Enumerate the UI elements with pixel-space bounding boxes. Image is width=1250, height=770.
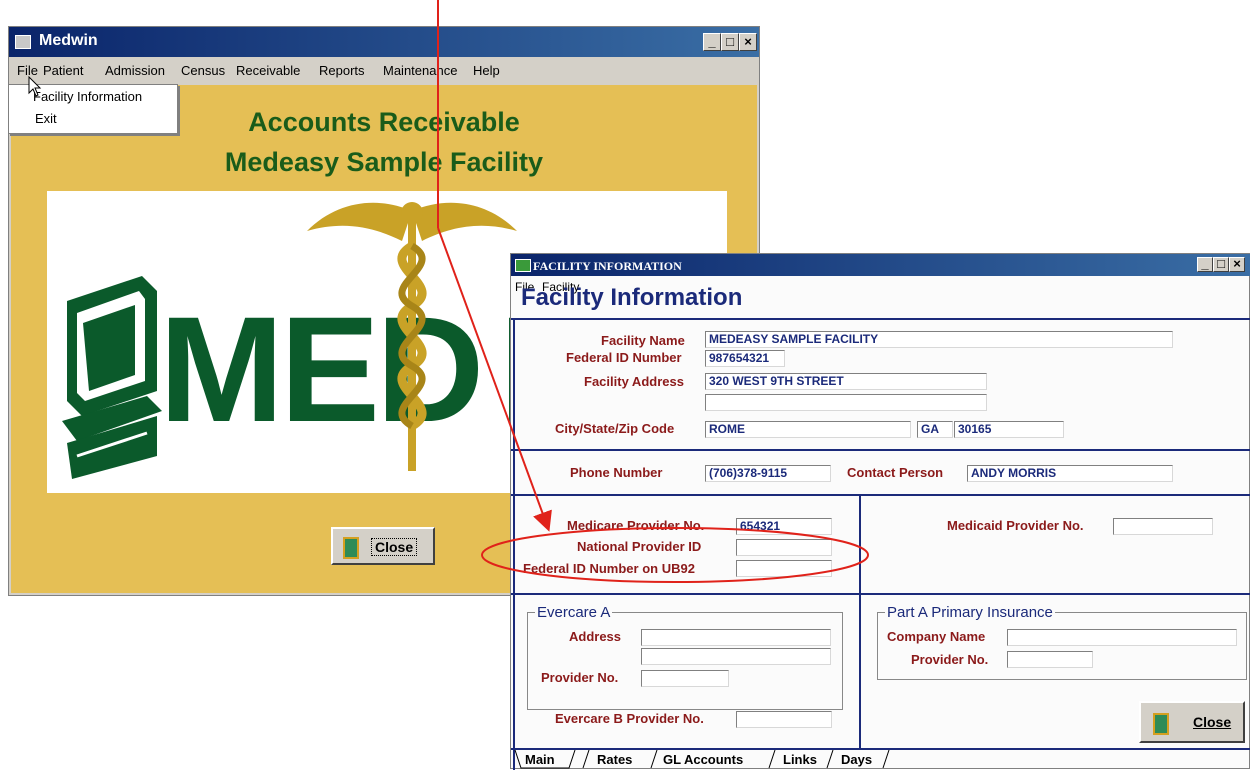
medicaid-provider-label: Medicaid Provider No. xyxy=(947,518,1084,533)
section-divider xyxy=(511,318,1250,320)
mouse-cursor-icon xyxy=(28,76,42,97)
computer-icon xyxy=(62,276,162,479)
evercare-address-label: Address xyxy=(569,629,622,644)
medicare-provider-label: Medicare Provider No. xyxy=(567,518,705,533)
caduceus-icon xyxy=(307,202,517,471)
address-line1-field[interactable]: 320 WEST 9TH STREET xyxy=(705,373,987,390)
section-vertical-divider xyxy=(859,494,861,749)
national-provider-id-field[interactable] xyxy=(736,539,832,556)
part-a-primary-insurance-group xyxy=(877,612,1247,680)
evercare-a-group-label: Evercare A xyxy=(535,604,613,621)
facility-name-label: Facility Name xyxy=(601,333,685,348)
zip-field[interactable]: 30165 xyxy=(954,421,1064,438)
city-field[interactable]: ROME xyxy=(705,421,911,438)
menu-item-exit[interactable]: Exit xyxy=(35,111,57,126)
federal-id-label: Federal ID Number xyxy=(566,350,682,365)
phone-label: Phone Number xyxy=(570,465,663,480)
medicare-provider-field[interactable]: 654321 xyxy=(736,518,832,535)
address-line2-field[interactable] xyxy=(705,394,987,411)
menu-maintenance[interactable]: Maintenance xyxy=(383,63,457,78)
medwin-close-button[interactable]: Close xyxy=(331,527,435,565)
contact-person-field[interactable]: ANDY MORRIS xyxy=(967,465,1173,482)
facility-maximize-button[interactable]: □ xyxy=(1213,257,1229,272)
state-field[interactable]: GA xyxy=(917,421,953,438)
facility-heading: Facility Information xyxy=(521,284,743,311)
part-a-provider-field[interactable] xyxy=(1007,651,1093,668)
close-button-label: Close xyxy=(371,538,418,556)
evercare-b-provider-label: Evercare B Provider No. xyxy=(555,711,704,726)
medwin-menubar: File Patient Admission Census Receivable… xyxy=(9,63,759,83)
close-window-button[interactable]: × xyxy=(739,33,757,51)
facility-window-title: FACILITY INFORMATION xyxy=(533,259,682,273)
evercare-provider-label: Provider No. xyxy=(541,670,619,685)
federal-id-ub92-field[interactable] xyxy=(736,560,832,577)
minimize-button[interactable]: _ xyxy=(703,33,721,51)
facility-information-window: FACILITY INFORMATION _ □ × File Facility… xyxy=(510,253,1250,770)
company-name-label: Company Name xyxy=(887,629,986,644)
evercare-address-line2-field[interactable] xyxy=(641,648,831,665)
menu-receivable[interactable]: Receivable xyxy=(236,63,300,78)
door-exit-icon xyxy=(1153,713,1169,735)
form-icon xyxy=(515,259,531,272)
facility-name-field[interactable]: MEDEASY SAMPLE FACILITY xyxy=(705,331,1173,348)
national-provider-id-label: National Provider ID xyxy=(577,539,702,554)
evercare-provider-field[interactable] xyxy=(641,670,729,687)
menu-item-facility-information[interactable]: Facility Information xyxy=(33,89,142,104)
facility-title-bar[interactable]: FACILITY INFORMATION _ □ × xyxy=(511,254,1250,276)
facility-minimize-button[interactable]: _ xyxy=(1197,257,1213,272)
menu-admission[interactable]: Admission xyxy=(105,63,165,78)
maximize-button[interactable]: □ xyxy=(721,33,739,51)
facility-close-label: Close xyxy=(1193,714,1232,730)
tab-strip: Main Rates GL Accounts Links Days xyxy=(511,750,1250,770)
federal-id-ub92-label: Federal ID Number on UB92 xyxy=(523,561,695,576)
medwin-title: Medwin xyxy=(39,32,98,49)
tab-separators xyxy=(514,750,890,769)
section-divider xyxy=(511,593,1250,595)
part-a-provider-label: Provider No. xyxy=(911,652,989,667)
phone-field[interactable]: (706)378-9115 xyxy=(705,465,831,482)
company-name-field[interactable] xyxy=(1007,629,1237,646)
evercare-address-line1-field[interactable] xyxy=(641,629,831,646)
door-exit-icon xyxy=(343,537,359,559)
facility-close-button[interactable]: Close xyxy=(1139,701,1245,743)
menu-help[interactable]: Help xyxy=(473,63,500,78)
section-left-border xyxy=(513,318,515,770)
contact-person-label: Contact Person xyxy=(847,465,944,480)
facility-name-heading: Medeasy Sample Facility xyxy=(224,147,544,177)
facility-address-label: Facility Address xyxy=(584,374,684,389)
menu-patient[interactable]: Patient xyxy=(43,63,83,78)
section-divider xyxy=(511,494,1250,496)
federal-id-field[interactable]: 987654321 xyxy=(705,350,785,367)
facility-close-window-button[interactable]: × xyxy=(1229,257,1245,272)
medwin-title-bar[interactable]: Medwin _ □ × xyxy=(9,27,759,57)
medicaid-provider-field[interactable] xyxy=(1113,518,1213,535)
section-divider xyxy=(511,449,1250,451)
part-a-group-label: Part A Primary Insurance xyxy=(885,604,1055,621)
evercare-b-provider-field[interactable] xyxy=(736,711,832,728)
menu-census[interactable]: Census xyxy=(181,63,225,78)
app-icon xyxy=(15,35,31,49)
menu-reports[interactable]: Reports xyxy=(319,63,365,78)
city-state-zip-label: City/State/Zip Code xyxy=(555,421,675,436)
